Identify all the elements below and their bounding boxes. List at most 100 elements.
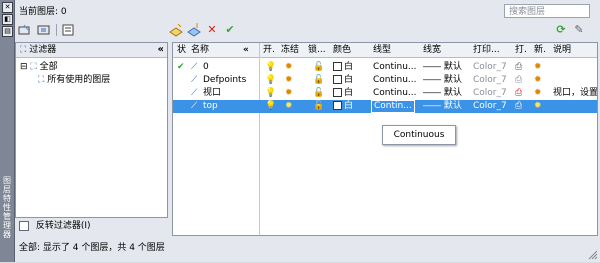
filter-tree: ⊟ ⛶ 全部 ⛶ 所有使用的图层	[16, 58, 167, 218]
current-layer-check-icon: ✔	[177, 62, 185, 72]
filters-panel: ⛶ 过滤器 « ⊟ ⛶ 全部 ⛶ 所有使用的图层	[15, 42, 168, 218]
column-linetype[interactable]: 线型	[373, 43, 391, 57]
printer-disabled-icon[interactable]: ⎙	[515, 74, 522, 87]
column-color[interactable]: 颜色	[333, 43, 351, 57]
unlock-icon[interactable]: 🔓	[313, 74, 324, 87]
lightbulb-icon[interactable]: 💡	[265, 74, 276, 87]
column-plot[interactable]: 打.	[515, 43, 527, 57]
set-current-icon[interactable]: ✔	[222, 22, 238, 38]
layer-row-icon: ⟋	[191, 75, 198, 85]
lineweight-value[interactable]: ―― 默认	[423, 61, 462, 74]
collapse-filters-button[interactable]: «	[158, 43, 164, 57]
color-swatch[interactable]: 白	[333, 74, 353, 87]
new-group-filter-icon[interactable]	[36, 22, 52, 38]
lightbulb-icon[interactable]: 💡	[265, 61, 276, 74]
table-row[interactable]: ⟋ 视口 💡 ✹ 🔓 白 Continu... ―― 默认 Color_7 ⎙ …	[173, 87, 597, 100]
unlock-icon[interactable]: 🔓	[313, 87, 324, 100]
new-vp-freeze-icon[interactable]: ✹	[534, 61, 542, 74]
color-name: 白	[344, 75, 354, 85]
color-swatch[interactable]: 白	[333, 61, 353, 74]
palette-title-strip[interactable]: ✕ ◧ ▤ 图层特性管理器	[0, 0, 15, 262]
unlock-icon[interactable]: 🔓	[313, 61, 324, 74]
tree-item-all[interactable]: ⊟ ⛶ 全部	[20, 61, 58, 74]
layer-name[interactable]: 0	[203, 61, 209, 74]
new-layer-vp-frozen-icon[interactable]	[186, 22, 202, 38]
column-lock[interactable]: 锁...	[308, 43, 326, 57]
new-vp-freeze-icon[interactable]: ✹	[534, 100, 542, 113]
layer-row-icon: ⟋	[191, 88, 198, 98]
linetype-value[interactable]: Contin...	[371, 100, 415, 113]
tree-item-label: 全部	[39, 62, 58, 72]
lightbulb-icon[interactable]: 💡	[265, 100, 276, 113]
new-property-filter-icon[interactable]	[17, 22, 33, 38]
table-row[interactable]: ✔ ⟋ 0 💡 ✹ 🔓 白 Continu... ―― 默认 Color_7 ⎙…	[173, 61, 597, 74]
unlock-icon[interactable]: 🔓	[313, 100, 324, 113]
delete-layer-icon[interactable]: ✕	[204, 22, 220, 38]
manager-body: 当前图层: 0 搜索图层 ✕ ✔ ⟳ ✎ ⛶ 过滤器 « ⊟ ⛶ 全部 ⛶ 所有…	[15, 0, 600, 262]
sun-icon[interactable]: ✹	[285, 61, 293, 74]
column-status[interactable]: 状	[177, 43, 186, 57]
color-swatch[interactable]: 白	[333, 100, 353, 113]
column-plot-style[interactable]: 打印...	[473, 43, 500, 57]
sun-icon[interactable]: ✹	[285, 74, 293, 87]
resize-grip-icon[interactable]	[588, 250, 598, 260]
column-new-vp-freeze[interactable]: 新.	[534, 43, 546, 57]
table-row[interactable]: ⟋ Defpoints 💡 ✹ 🔓 白 Continu... ―― 默认 Col…	[173, 74, 597, 87]
invert-filter-label: 反转过滤器(I)	[35, 221, 91, 231]
column-description[interactable]: 说明	[553, 43, 571, 57]
linetype-value[interactable]: Continu...	[373, 74, 417, 87]
close-palette-button[interactable]: ✕	[2, 2, 13, 13]
layer-name[interactable]: top	[203, 100, 218, 113]
lineweight-value[interactable]: ―― 默认	[423, 74, 462, 87]
tree-expand-icon[interactable]: ⊟	[20, 62, 28, 72]
printer-icon[interactable]: ⎙	[515, 100, 522, 113]
invert-filter-row[interactable]: 反转过滤器(I)	[15, 220, 168, 233]
lineweight-label: 默认	[443, 75, 462, 85]
lineweight-value[interactable]: ―― 默认	[423, 87, 462, 100]
layer-row-icon: ⟋	[191, 101, 198, 111]
filter-icon: ⛶	[38, 75, 45, 85]
settings-icon[interactable]: ✎	[571, 22, 587, 38]
new-vp-freeze-icon[interactable]: ✹	[534, 87, 542, 100]
autohide-button[interactable]: ◧	[2, 14, 13, 25]
linetype-value[interactable]: Continu...	[373, 87, 417, 100]
palette-properties-button[interactable]: ▤	[2, 26, 13, 37]
layers-column-header: 状 名称 « 开. 冻结 锁... 颜色 线型 线宽 打印... 打. 新. 说…	[173, 43, 597, 58]
table-row-selected[interactable]: ⟋ top 💡 ✹ 🔓 白 Contin... ―― 默认 Color_7 ⎙ …	[173, 100, 597, 113]
status-bar-text: 全部: 显示了 4 个图层，共 4 个图层	[19, 243, 165, 253]
color-name: 白	[344, 88, 354, 98]
lineweight-label: 默认	[443, 62, 462, 72]
layer-row-icon: ⟋	[191, 62, 198, 72]
printer-icon[interactable]: ⎙	[515, 61, 522, 74]
sun-icon[interactable]: ✹	[285, 100, 293, 113]
lightbulb-icon[interactable]: 💡	[265, 87, 276, 100]
new-layer-icon[interactable]	[168, 22, 184, 38]
lineweight-value[interactable]: ―― 默认	[423, 100, 462, 113]
column-on[interactable]: 开.	[263, 43, 275, 57]
tree-item-label: 所有使用的图层	[47, 75, 111, 85]
toolbar: ✕ ✔ ⟳ ✎	[15, 20, 600, 40]
collapse-layers-button[interactable]: «	[243, 43, 249, 57]
color-swatch[interactable]: 白	[333, 87, 353, 100]
invert-filter-checkbox[interactable]	[19, 220, 29, 231]
layer-description[interactable]: 视口，设置为	[553, 87, 597, 100]
filters-header: ⛶ 过滤器 «	[16, 43, 167, 58]
column-lineweight[interactable]: 线宽	[423, 43, 441, 57]
filter-icon: ⛶	[30, 62, 37, 72]
layer-name[interactable]: Defpoints	[203, 74, 246, 87]
layer-search-input[interactable]: 搜索图层	[504, 4, 590, 18]
layer-name[interactable]: 视口	[203, 87, 221, 100]
layer-states-icon[interactable]	[60, 22, 76, 38]
no-plot-icon[interactable]: ⎙	[515, 87, 522, 100]
tree-item-used-layers[interactable]: ⛶ 所有使用的图层	[38, 74, 110, 87]
toolbar-separator	[56, 24, 57, 36]
column-name[interactable]: 名称	[191, 43, 209, 57]
palette-title: 图层特性管理器	[3, 176, 11, 239]
new-vp-freeze-icon[interactable]: ✹	[534, 74, 542, 87]
plot-style-value: Color_7	[473, 75, 507, 85]
color-name: 白	[344, 101, 354, 111]
linetype-value[interactable]: Continu...	[373, 61, 417, 74]
column-freeze[interactable]: 冻结	[281, 43, 299, 57]
sun-icon[interactable]: ✹	[285, 87, 293, 100]
refresh-icon[interactable]: ⟳	[553, 22, 569, 38]
